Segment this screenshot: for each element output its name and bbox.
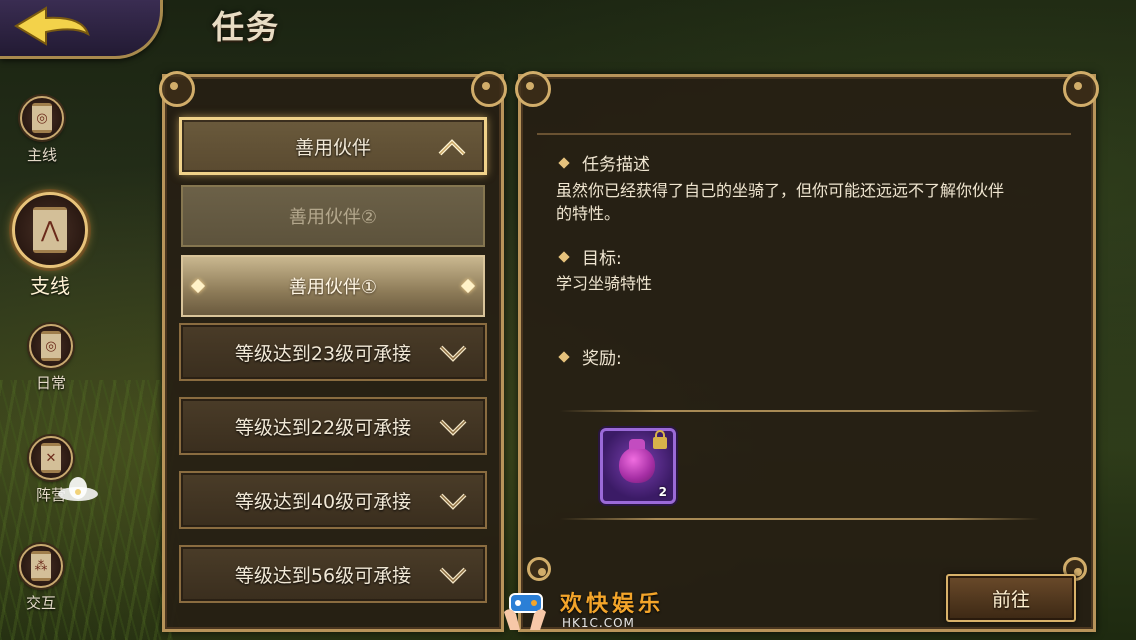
diamond-icon (190, 278, 206, 294)
diamond-bullet-icon (558, 156, 570, 169)
quest-group-header[interactable]: 善用伙伴 (179, 117, 487, 175)
nav-label: 交互 (25, 594, 56, 612)
nav-label: 日常 (35, 374, 66, 392)
interact-quest-icon: ⁂ (19, 544, 63, 588)
divider (560, 518, 1040, 520)
reward-item[interactable]: 2 (600, 428, 676, 504)
quest-item-current[interactable]: 善用伙伴① (181, 255, 485, 317)
diamond-bullet-icon (558, 250, 570, 263)
panel-corner-ornament (471, 71, 507, 107)
quest-list-panel: 善用伙伴 善用伙伴② 善用伙伴① 等级达到23级可承接 等级达到22级可承接 等… (159, 71, 507, 632)
nav-item-main[interactable]: ◎ 主线 (20, 96, 64, 165)
gamepad-hands-logo (504, 593, 546, 630)
locked-quest-label: 等级达到56级可承接 (234, 564, 412, 587)
watermark: 欢快娱乐 HK1C.COM (496, 582, 696, 638)
goal-text: 学习坐骑特性 (556, 274, 653, 293)
quest-item-label: 善用伙伴② (288, 207, 378, 228)
description-line: 虽然你已经获得了自己的坐骑了，但你可能还远远不了解你伙伴 (556, 181, 1005, 200)
back-button[interactable] (0, 0, 163, 59)
main-quest-icon: ◎ (20, 96, 64, 140)
chevron-down-icon (439, 345, 467, 362)
side-quest-icon: ⋀ (12, 192, 88, 268)
locked-quest-item[interactable]: 等级达到56级可承接 (179, 545, 487, 603)
go-button[interactable]: 前往 (946, 574, 1076, 622)
panel-corner-ornament (515, 71, 551, 107)
lock-icon (653, 430, 667, 449)
locked-quest-label: 等级达到23级可承接 (234, 342, 412, 365)
flower-decoration (58, 477, 98, 501)
chevron-up-icon (438, 139, 466, 156)
panel-corner-ornament (1063, 71, 1099, 107)
locked-quest-item[interactable]: 等级达到40级可承接 (179, 471, 487, 529)
nav-item-side[interactable]: ⋀ 支线 (12, 192, 88, 299)
description-heading: 任务描述 (558, 150, 650, 175)
chevron-down-icon (439, 493, 467, 510)
nav-item-daily[interactable]: ◎ 日常 (29, 324, 73, 393)
purple-bag-icon (619, 439, 655, 483)
nav-label: 支线 (30, 274, 70, 298)
quest-item[interactable]: 善用伙伴② (181, 185, 485, 247)
nav-item-interact[interactable]: ⁂ 交互 (19, 544, 63, 613)
quest-item-label: 善用伙伴① (288, 277, 378, 298)
locked-quest-item[interactable]: 等级达到23级可承接 (179, 323, 487, 381)
nav-label: 主线 (26, 146, 57, 164)
goal-heading: 目标: (558, 244, 622, 269)
daily-quest-icon: ◎ (29, 324, 73, 368)
watermark-text: 欢快娱乐 (560, 592, 665, 617)
reward-heading: 奖励: (558, 344, 622, 369)
locked-quest-label: 等级达到22级可承接 (234, 416, 412, 439)
watermark-url: HK1C.COM (562, 616, 635, 630)
locked-quest-item[interactable]: 等级达到22级可承接 (179, 397, 487, 455)
panel-corner-ornament (159, 71, 195, 107)
diamond-icon (460, 278, 476, 294)
divider (560, 410, 1040, 412)
page-title: 任务 (212, 8, 281, 46)
chevron-down-icon (439, 567, 467, 584)
go-button-label: 前往 (991, 588, 1030, 611)
description-line: 的特性。 (556, 204, 621, 223)
chevron-down-icon (439, 419, 467, 436)
description-text: 虽然你已经获得了自己的坐骑了，但你可能还远远不了解你伙伴 的特性。 (556, 179, 1004, 225)
locked-quest-label: 等级达到40级可承接 (234, 490, 412, 513)
diamond-bullet-icon (558, 350, 570, 363)
reward-count: 2 (658, 485, 667, 499)
back-arrow-icon (14, 6, 90, 46)
quest-group-title: 善用伙伴 (294, 136, 371, 159)
